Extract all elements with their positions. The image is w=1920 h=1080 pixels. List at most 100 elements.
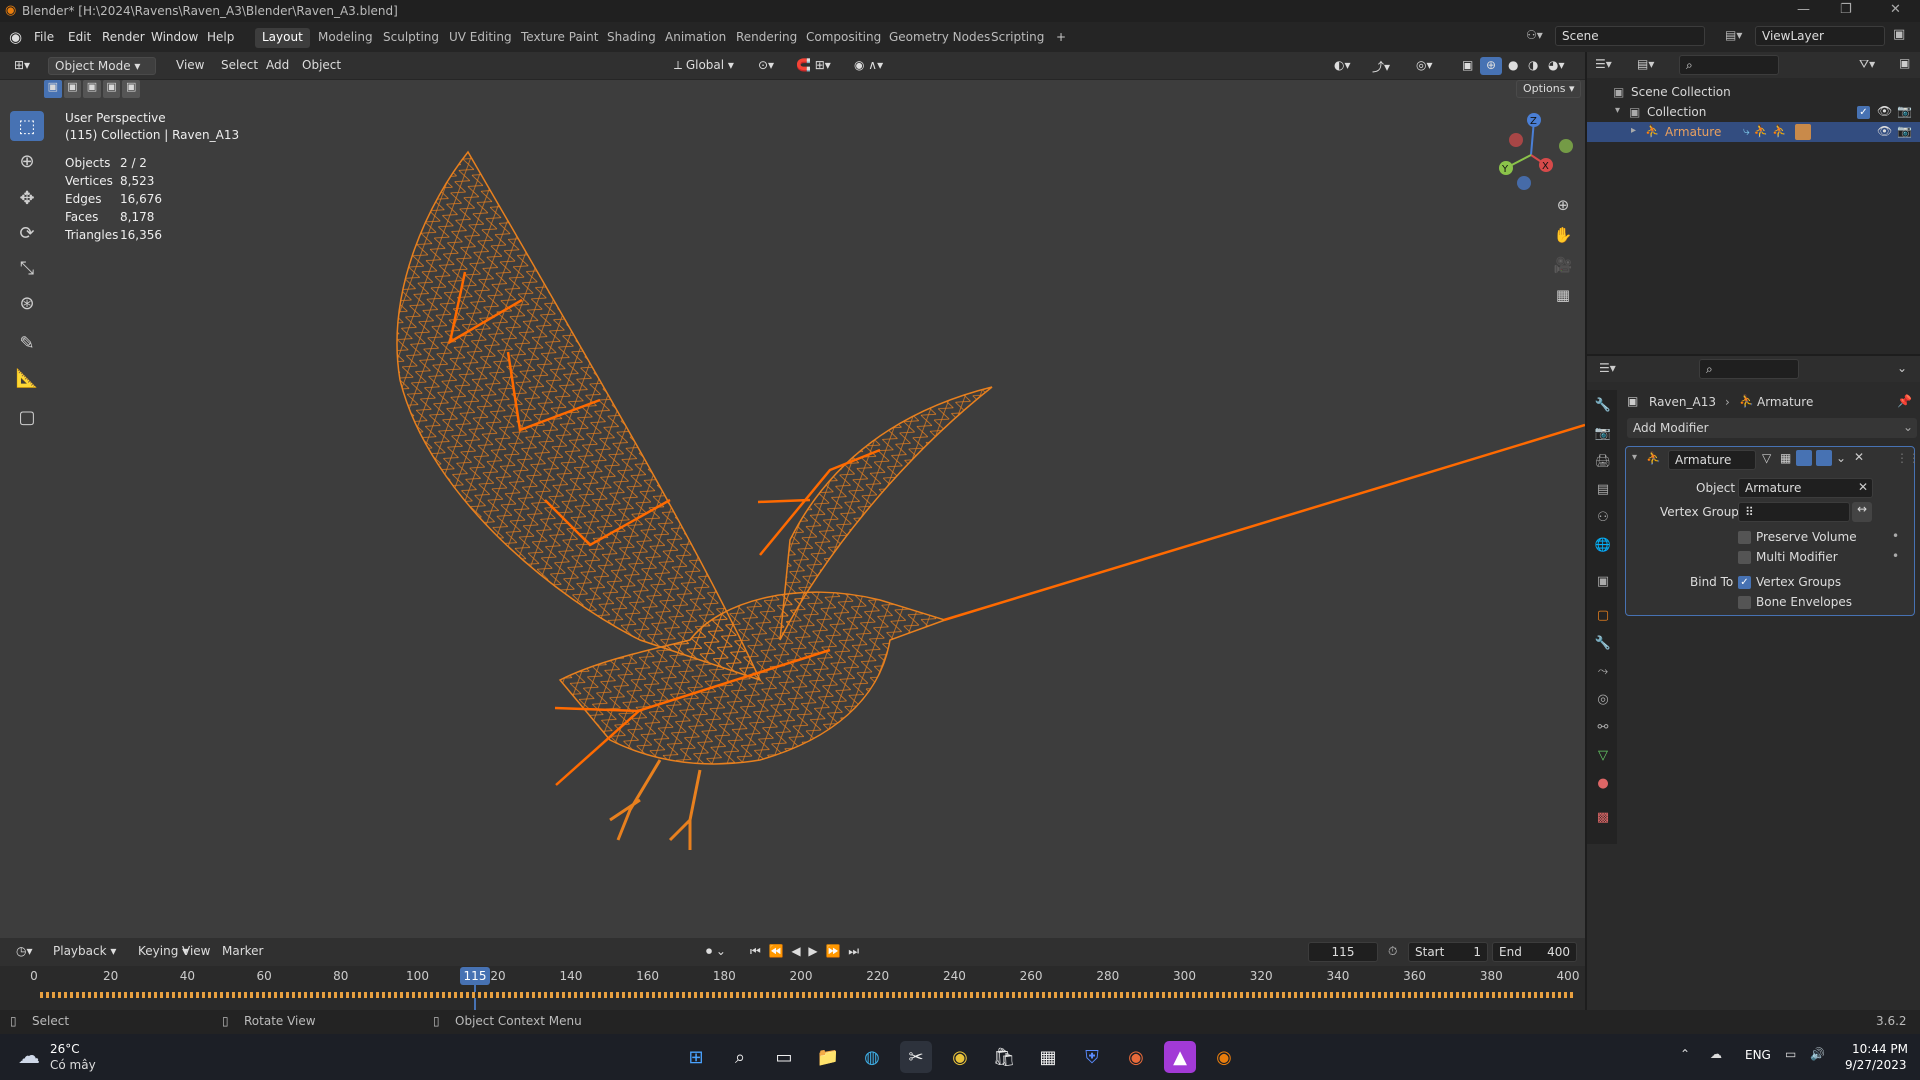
menu-help[interactable]: Help [207, 30, 234, 44]
invert-vertex-group-icon[interactable]: ↔ [1852, 502, 1872, 522]
zoom-icon[interactable]: ⊕ [1550, 192, 1576, 218]
menu-file[interactable]: File [34, 30, 54, 44]
filter-icon[interactable]: ⛛▾ [1859, 57, 1875, 72]
clock-date[interactable]: 9/27/2023 [1845, 1058, 1907, 1072]
remove-modifier-icon[interactable]: ✕ [1854, 450, 1864, 464]
maximize-button[interactable]: ❐ [1840, 2, 1852, 17]
outliner-row-scene-collection[interactable]: ▣ Scene Collection [1587, 82, 1920, 102]
camera-icon[interactable]: 📷 [1897, 104, 1912, 118]
edge-browser-icon[interactable]: ◍ [856, 1041, 888, 1073]
outliner-row-armature[interactable]: ▸ ⛹ Armature ⤷ ⛹ ⛹ 👁 📷 [1587, 122, 1920, 142]
world-tab-icon[interactable]: 🌐 [1594, 538, 1612, 556]
material-tab-icon[interactable]: ● [1594, 776, 1612, 794]
view-layer-tab-icon[interactable]: ▤ [1594, 482, 1612, 500]
preserve-volume-checkbox[interactable] [1738, 531, 1751, 544]
cage-toggle-icon[interactable]: ▦ [1780, 451, 1791, 465]
ortho-grid-icon[interactable]: ▦ [1550, 282, 1576, 308]
tab-modeling[interactable]: Modeling [311, 28, 380, 48]
weather-cloud-icon[interactable]: ☁ [18, 1044, 40, 1069]
output-tab-icon[interactable]: 🖨 [1594, 454, 1612, 472]
start-frame-field[interactable]: Start 1 [1408, 942, 1488, 962]
bone-envelopes-checkbox[interactable] [1738, 596, 1751, 609]
view-menu[interactable]: View [170, 57, 210, 75]
eye-icon[interactable]: 👁 [1877, 124, 1892, 138]
tray-chevron-icon[interactable]: ⌃ [1680, 1047, 1690, 1061]
rendered-shading-icon[interactable]: ◕▾ [1542, 57, 1571, 75]
vertex-groups-checkbox[interactable]: ✓ [1738, 576, 1751, 589]
clock-time[interactable]: 10:44 PM [1852, 1042, 1908, 1056]
xray-toggle-icon[interactable]: ▣ [1456, 57, 1479, 75]
timeline-view-menu[interactable]: View [176, 943, 216, 961]
tab-shading[interactable]: Shading [600, 28, 663, 48]
scene-tab-icon[interactable]: ⚇ [1594, 510, 1612, 528]
tab-scripting[interactable]: Scripting [984, 28, 1051, 48]
tab-sculpting[interactable]: Sculpting [376, 28, 446, 48]
texture-tab-icon[interactable]: ▩ [1594, 810, 1612, 828]
current-frame-badge[interactable]: 115 [460, 967, 490, 985]
new-collection-icon[interactable]: ▣ [1899, 56, 1910, 70]
proportional-edit-icon[interactable]: ◉ ∧▾ [848, 57, 889, 75]
modifier-name-field[interactable]: Armature [1668, 450, 1756, 470]
pan-hand-icon[interactable]: ✋ [1550, 222, 1576, 248]
volume-icon[interactable]: 🔊 [1810, 1047, 1825, 1061]
outliner-row-collection[interactable]: ▾ ▣ Collection ✓ 👁 📷 [1587, 102, 1920, 122]
dropdown-icon[interactable]: ⌄ [1897, 361, 1907, 375]
timeline-editor-icon[interactable]: ◷▾ [10, 943, 39, 961]
object-menu[interactable]: Object [296, 57, 347, 75]
snipping-tool-icon[interactable]: ✂ [900, 1041, 932, 1073]
display-mode-icon[interactable]: ▤▾ [1637, 57, 1654, 71]
scene-selector[interactable]: Scene [1555, 26, 1705, 46]
add-menu[interactable]: Add [260, 57, 295, 75]
camera-view-icon[interactable]: 🎥 [1550, 252, 1576, 278]
menu-window[interactable]: Window [151, 30, 198, 44]
select-menu[interactable]: Select [215, 57, 264, 75]
app-shield-icon[interactable]: ⛨ [1076, 1041, 1108, 1073]
app-grid-icon[interactable]: ▦ [1032, 1041, 1064, 1073]
clear-object-icon[interactable]: ✕ [1858, 480, 1868, 494]
store-icon[interactable]: 🛍 [988, 1041, 1020, 1073]
view-layer-selector[interactable]: ViewLayer [1755, 26, 1885, 46]
tool-tab-icon[interactable]: 🔧 [1594, 398, 1612, 416]
file-explorer-icon[interactable]: 📁 [812, 1041, 844, 1073]
scene-icon[interactable]: ⚇▾ [1526, 28, 1543, 42]
constraints-tab-icon[interactable]: ⚯ [1594, 720, 1612, 738]
onedrive-icon[interactable]: ☁ [1710, 1047, 1722, 1061]
modifier-menu-icon[interactable]: ⌄ [1836, 451, 1846, 465]
gizmo-toggle-icon[interactable]: ⤴▾ [1366, 57, 1396, 75]
blender-menu-icon[interactable]: ◉ [9, 28, 22, 46]
chrome-icon[interactable]: ◉ [944, 1041, 976, 1073]
tab-animation[interactable]: Animation [658, 28, 733, 48]
properties-search-input[interactable]: ⌕ [1699, 359, 1799, 379]
render-tab-icon[interactable]: 📷 [1594, 426, 1612, 444]
eye-icon[interactable]: 👁 [1877, 104, 1892, 118]
viewport-toggle-icon[interactable] [1796, 450, 1812, 466]
camera-icon[interactable]: 📷 [1897, 124, 1912, 138]
tab-geometry-nodes[interactable]: Geometry Nodes [882, 28, 997, 48]
tab-texture-paint[interactable]: Texture Paint [514, 28, 605, 48]
task-view-icon[interactable]: ▭ [768, 1041, 800, 1073]
menu-edit[interactable]: Edit [68, 30, 91, 44]
timer-icon[interactable]: ⏱ [1388, 944, 1397, 959]
object-field[interactable]: Armature [1738, 478, 1873, 498]
search-icon[interactable]: ⌕ [724, 1041, 756, 1073]
keyframe-dot-icon[interactable]: • [1892, 529, 1899, 543]
tab-rendering[interactable]: Rendering [729, 28, 804, 48]
blender-taskbar-icon[interactable]: ◉ [1208, 1041, 1240, 1073]
affinity-icon[interactable]: ▲ [1164, 1041, 1196, 1073]
playback-menu[interactable]: Playback ▾ [47, 943, 122, 961]
3d-viewport[interactable]: ▣ ▣ ▣ ▣ ▣ Options ▾ ⬚ ⊕ ✥ ⟳ ⤡ ⊛ ✎ 📐 ▢ Us… [0, 80, 1585, 938]
snap-icon[interactable]: 🧲 ⊞▾ [790, 57, 837, 75]
render-toggle-icon[interactable] [1816, 450, 1832, 466]
close-button[interactable]: ✕ [1890, 2, 1901, 17]
add-workspace-button[interactable]: + [1049, 28, 1073, 48]
tab-compositing[interactable]: Compositing [799, 28, 888, 48]
chrome-profile-icon[interactable]: ◉ [1120, 1041, 1152, 1073]
particles-tab-icon[interactable]: ⤳ [1594, 664, 1612, 682]
editor-type-icon[interactable]: ⊞▾ [8, 57, 36, 75]
outliner-search-input[interactable]: ⌕ [1679, 55, 1779, 75]
vertex-group-field[interactable]: ⠿ [1738, 502, 1850, 522]
edit-mode-toggle-icon[interactable]: ▽ [1762, 451, 1771, 465]
tab-uv-editing[interactable]: UV Editing [442, 28, 519, 48]
visibility-icon[interactable]: ◐▾ [1328, 57, 1357, 75]
mode-selector[interactable]: Object Mode ▾ [48, 57, 156, 75]
